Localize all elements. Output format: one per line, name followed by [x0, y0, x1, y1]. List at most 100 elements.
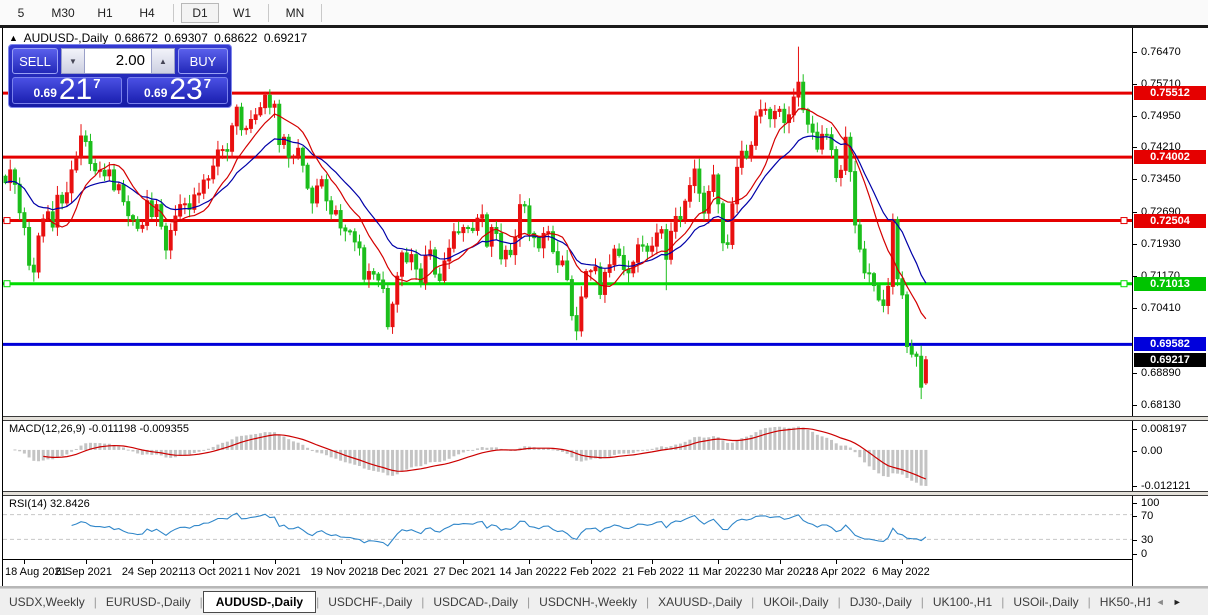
ohlc-close: 0.69217 [264, 31, 307, 45]
toolbar-separator [268, 4, 269, 22]
tab-usoildaily[interactable]: USOil-,Daily [1004, 592, 1087, 612]
date-tick-mark [902, 560, 903, 564]
date-tick-mark [591, 560, 592, 564]
tab-hk50h1[interactable]: HK50-,H1 [1091, 592, 1150, 612]
tab-scroll-left-icon[interactable]: ◄ [1152, 597, 1169, 607]
price-badge-0.69582: 0.69582 [1134, 337, 1206, 351]
timeframe-button-d1[interactable]: D1 [181, 3, 219, 23]
tab-eurusddaily[interactable]: EURUSD-,Daily [97, 592, 200, 612]
rsi-label: RSI(14) 32.8426 [9, 498, 90, 510]
date-label: 18 Apr 2022 [806, 566, 865, 578]
one-click-trading-widget: SELL ▼ 2.00 ▲ BUY 0.69 21 7 0.69 23 7 [8, 44, 232, 108]
sell-price-pip: 7 [93, 76, 100, 91]
macd-main-value: -0.011198 [88, 423, 136, 435]
sell-button[interactable]: SELL [12, 48, 58, 74]
buy-button[interactable]: BUY [178, 48, 228, 74]
hline-handle-left[interactable] [4, 281, 10, 287]
ohlc-high: 0.69307 [164, 31, 207, 45]
tab-usdcaddaily[interactable]: USDCAD-,Daily [424, 592, 527, 612]
date-tick-mark [463, 560, 464, 564]
chart-tab-bar: USDX,Weekly|EURUSD-,Daily|AUDUSD-,Daily|… [0, 588, 1208, 615]
ohlc-low: 0.68622 [214, 31, 257, 45]
buy-price-display[interactable]: 0.69 23 7 [127, 77, 228, 104]
timeframe-button-mn[interactable]: MN [276, 3, 314, 23]
rsi-chart-canvas[interactable] [3, 496, 1132, 558]
date-label: 1 Nov 2021 [245, 566, 301, 578]
buy-price-digits: 23 [169, 77, 202, 103]
timeframe-button-h1[interactable]: H1 [86, 3, 124, 23]
rsi-indicator-panel[interactable]: RSI(14) 32.8426 [3, 496, 1132, 560]
tab-ukoildaily[interactable]: UKOil-,Daily [754, 592, 837, 612]
date-label: 14 Jan 2022 [499, 566, 560, 578]
tab-scroll-arrows: ◄► [1152, 597, 1186, 607]
horizontal-level-lines[interactable] [3, 93, 1132, 344]
date-tick-mark [402, 560, 403, 564]
hline-handle-right[interactable] [1121, 218, 1127, 224]
price-badge-0.74002: 0.74002 [1134, 150, 1206, 164]
collapse-triangle-icon[interactable]: ▲ [9, 33, 18, 43]
date-tick-mark [275, 560, 276, 564]
date-label: 11 Mar 2022 [688, 566, 749, 578]
tab-usdcnhweekly[interactable]: USDCNH-,Weekly [530, 592, 646, 612]
ohlc-open: 0.68672 [115, 31, 158, 45]
price-axis[interactable]: 0.764700.757100.749500.742100.734500.726… [1132, 28, 1208, 586]
trading-platform-window: 5M30H1H4 D1W1 MN ▲ AUDUSD-,Daily 0.68672 0… [0, 0, 1208, 615]
volume-decrease-button[interactable]: ▼ [61, 48, 85, 74]
toolbar-separator [173, 4, 174, 22]
sell-price-prefix: 0.69 [34, 86, 57, 100]
date-tick-mark [86, 560, 87, 564]
chart-symbol-label: AUDUSD-,Daily [24, 31, 109, 45]
date-tick-mark [24, 560, 25, 564]
panel-splitter-macd[interactable] [3, 416, 1208, 421]
hline-handle-left[interactable] [4, 218, 10, 224]
price-badge-0.71013: 0.71013 [1134, 277, 1206, 291]
date-label: 6 May 2022 [872, 566, 929, 578]
volume-input[interactable]: 2.00 [85, 48, 151, 74]
date-label: 30 Mar 2022 [750, 566, 812, 578]
date-tick-mark [780, 560, 781, 564]
date-tick-mark [341, 560, 342, 564]
macd-indicator-panel[interactable]: MACD(12,26,9) -0.011198 -0.009355 [3, 421, 1132, 491]
tab-usdxweekly[interactable]: USDX,Weekly [0, 592, 94, 612]
date-tick-mark [718, 560, 719, 564]
buy-price-pip: 7 [204, 76, 211, 91]
buy-price-prefix: 0.69 [144, 86, 167, 100]
date-label: 19 Nov 2021 [311, 566, 373, 578]
volume-increase-button[interactable]: ▲ [151, 48, 175, 74]
date-label: 2 Feb 2022 [561, 566, 617, 578]
tab-scroll-right-icon[interactable]: ► [1169, 597, 1186, 607]
tab-usdchfdaily[interactable]: USDCHF-,Daily [319, 592, 421, 612]
price-badge-0.75512: 0.75512 [1134, 86, 1206, 100]
tab-uk100h1[interactable]: UK100-,H1 [924, 592, 1001, 612]
tab-xauusddaily[interactable]: XAUUSD-,Daily [649, 592, 751, 612]
date-label: 8 Dec 2021 [372, 566, 428, 578]
tab-dj30daily[interactable]: DJ30-,Daily [841, 592, 921, 612]
timeframe-button-5[interactable]: 5 [2, 3, 40, 23]
timeframe-toolbar: 5M30H1H4 D1W1 MN [0, 0, 1208, 25]
toolbar-separator [321, 4, 322, 22]
timeframe-button-h4[interactable]: H4 [128, 3, 166, 23]
panel-splitter-rsi[interactable] [3, 491, 1208, 496]
date-tick-mark [213, 560, 214, 564]
date-tick-mark [652, 560, 653, 564]
hline-handle-right[interactable] [1121, 281, 1127, 287]
timeframe-button-m30[interactable]: M30 [44, 3, 82, 23]
sell-price-display[interactable]: 0.69 21 7 [12, 77, 122, 104]
date-label: 27 Dec 2021 [433, 566, 495, 578]
date-label: 6 Sep 2021 [56, 566, 112, 578]
tab-audusddaily[interactable]: AUDUSD-,Daily [203, 591, 316, 613]
date-tick-mark [529, 560, 530, 564]
date-axis[interactable]: 18 Aug 20216 Sep 202124 Sep 202113 Oct 2… [3, 560, 1132, 586]
rsi-value: 32.8426 [50, 498, 90, 510]
date-label: 24 Sep 2021 [122, 566, 184, 578]
macd-label: MACD(12,26,9) -0.011198 -0.009355 [9, 423, 189, 435]
rsi-line [72, 513, 926, 546]
date-label: 21 Feb 2022 [622, 566, 684, 578]
timeframe-button-w1[interactable]: W1 [223, 3, 261, 23]
price-badge-0.72504: 0.72504 [1134, 214, 1206, 228]
price-badge-0.69217: 0.69217 [1134, 353, 1206, 367]
date-tick-mark [836, 560, 837, 564]
chart-title: ▲ AUDUSD-,Daily 0.68672 0.69307 0.68622 … [9, 31, 310, 45]
date-tick-mark [152, 560, 153, 564]
macd-signal-value: -0.009355 [139, 423, 189, 435]
